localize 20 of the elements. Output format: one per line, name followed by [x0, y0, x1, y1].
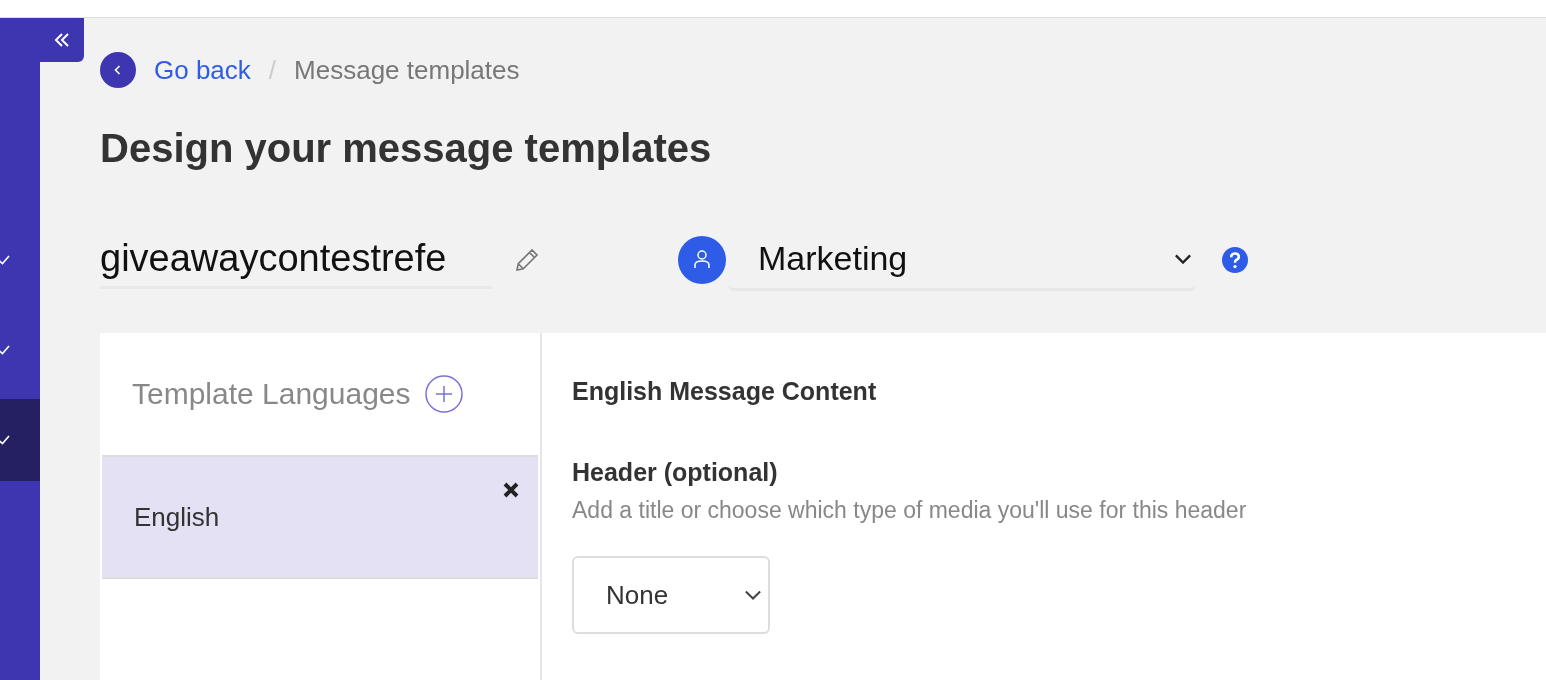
languages-title: Template Languages — [132, 377, 411, 411]
collapse-button[interactable] — [40, 18, 84, 62]
help-icon[interactable] — [1222, 247, 1248, 273]
template-name-field[interactable]: giveawaycontestrefe — [100, 231, 492, 289]
breadcrumb-separator: / — [268, 54, 277, 86]
person-icon — [678, 236, 726, 284]
add-icon[interactable] — [424, 375, 463, 413]
close-icon[interactable] — [502, 481, 520, 499]
go-back-link[interactable]: Go back — [154, 54, 251, 86]
header-type-dropdown[interactable]: None — [572, 556, 770, 634]
content-title: English Message Content — [572, 377, 878, 406]
language-item[interactable]: English — [102, 455, 538, 579]
header-hint: Add a title or choose which type of media you'll use for this header — [572, 497, 1247, 524]
back-button[interactable] — [100, 52, 136, 88]
header-label: Header (optional) — [572, 458, 779, 487]
chevron-down-icon — [744, 590, 762, 600]
chevron-down-icon — [1174, 253, 1192, 264]
page-title: Design your message templates — [100, 126, 713, 171]
category-dropdown[interactable]: Marketing — [728, 229, 1196, 291]
breadcrumb-current: Message templates — [294, 54, 520, 86]
